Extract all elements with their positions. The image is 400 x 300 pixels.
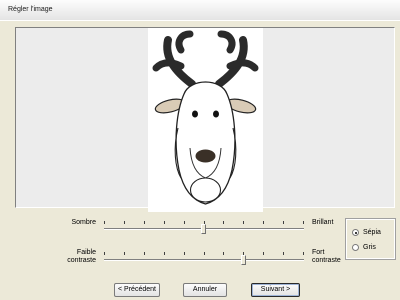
contrast-tick bbox=[124, 252, 125, 255]
contrast-tick bbox=[184, 252, 185, 255]
image-preview bbox=[148, 28, 263, 212]
radio-gray[interactable]: Gris bbox=[352, 243, 376, 252]
window-title: Régler l'image bbox=[8, 6, 53, 13]
brightness-high-label: Brillant bbox=[312, 219, 334, 226]
brightness-tick bbox=[144, 221, 145, 224]
previous-button[interactable]: < Précédent bbox=[114, 283, 160, 297]
brightness-slider-thumb[interactable] bbox=[201, 224, 206, 234]
tone-radio-group: Sépia Gris bbox=[345, 218, 396, 260]
radio-gray-indicator[interactable] bbox=[352, 244, 359, 251]
brightness-tick bbox=[184, 221, 185, 224]
brightness-tick bbox=[223, 221, 224, 224]
contrast-low-label: Faible contraste bbox=[48, 249, 96, 265]
contrast-low-label-line-2: contraste bbox=[67, 257, 96, 264]
brightness-tick bbox=[104, 221, 105, 224]
contrast-tick bbox=[144, 252, 145, 255]
next-button[interactable]: Suivant > bbox=[251, 283, 300, 297]
contrast-high-label: Fort contraste bbox=[312, 249, 341, 265]
contrast-ticks bbox=[104, 252, 304, 256]
contrast-tick bbox=[263, 252, 264, 255]
contrast-tick bbox=[204, 252, 205, 255]
brightness-tick bbox=[283, 221, 284, 224]
contrast-low-label-line-1: Faible bbox=[76, 249, 96, 256]
radio-gray-label: Gris bbox=[363, 244, 376, 251]
brightness-tick bbox=[263, 221, 264, 224]
contrast-high-label-line-2: contraste bbox=[312, 257, 341, 264]
contrast-high-label-line-1: Fort bbox=[312, 249, 325, 256]
brightness-tick bbox=[124, 221, 125, 224]
contrast-tick bbox=[164, 252, 165, 255]
contrast-slider-track[interactable] bbox=[104, 259, 304, 261]
contrast-slider-thumb[interactable] bbox=[241, 255, 246, 265]
brightness-tick bbox=[164, 221, 165, 224]
contrast-tick bbox=[283, 252, 284, 255]
contrast-tick bbox=[223, 252, 224, 255]
radio-sepia-indicator[interactable] bbox=[352, 229, 359, 236]
brightness-tick bbox=[303, 221, 304, 224]
brightness-tick bbox=[243, 221, 244, 224]
reindeer-image bbox=[152, 30, 259, 205]
radio-sepia-label: Sépia bbox=[363, 229, 381, 236]
header-divider bbox=[0, 20, 400, 21]
brightness-slider[interactable] bbox=[104, 221, 304, 235]
cancel-button[interactable]: Annuler bbox=[183, 283, 227, 297]
brightness-low-label: Sombre bbox=[71, 219, 96, 226]
title-bar: Régler l'image bbox=[0, 0, 400, 21]
contrast-slider[interactable] bbox=[104, 252, 304, 266]
radio-sepia[interactable]: Sépia bbox=[352, 228, 381, 237]
contrast-tick bbox=[303, 252, 304, 255]
contrast-tick bbox=[104, 252, 105, 255]
